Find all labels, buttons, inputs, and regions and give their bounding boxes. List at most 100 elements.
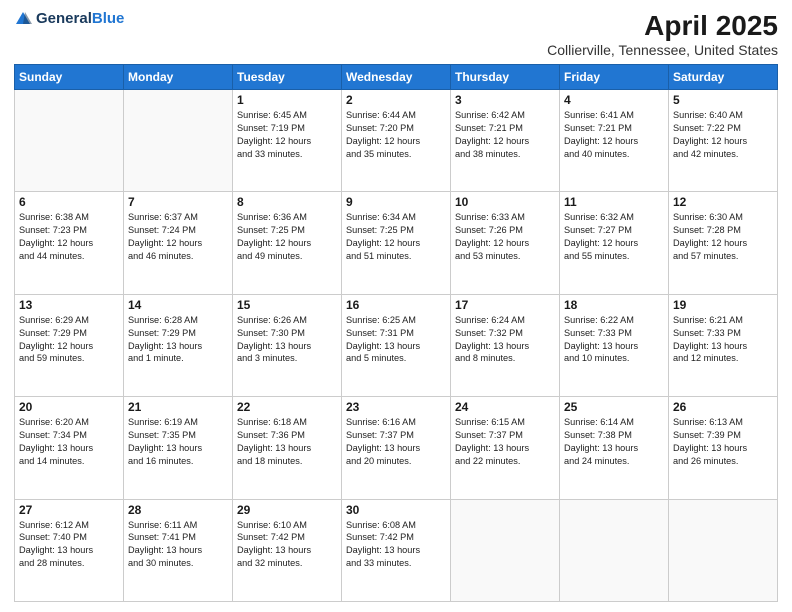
calendar-cell: 24 Sunrise: 6:15 AM Sunset: 7:37 PM Dayli… xyxy=(451,397,560,499)
day-info: Sunrise: 6:13 AM Sunset: 7:39 PM Dayligh… xyxy=(673,416,773,468)
calendar-cell: 3 Sunrise: 6:42 AM Sunset: 7:21 PM Daylig… xyxy=(451,90,560,192)
day-number: 13 xyxy=(19,298,119,312)
day-number: 25 xyxy=(564,400,664,414)
calendar-cell: 16 Sunrise: 6:25 AM Sunset: 7:31 PM Dayli… xyxy=(342,294,451,396)
calendar-cell: 18 Sunrise: 6:22 AM Sunset: 7:33 PM Dayli… xyxy=(560,294,669,396)
col-monday: Monday xyxy=(124,65,233,90)
day-info: Sunrise: 6:45 AM Sunset: 7:19 PM Dayligh… xyxy=(237,109,337,161)
calendar-cell: 25 Sunrise: 6:14 AM Sunset: 7:38 PM Dayli… xyxy=(560,397,669,499)
day-info: Sunrise: 6:25 AM Sunset: 7:31 PM Dayligh… xyxy=(346,314,446,366)
page: GeneralBlue April 2025 Collierville, Ten… xyxy=(0,0,792,612)
calendar-cell: 9 Sunrise: 6:34 AM Sunset: 7:25 PM Daylig… xyxy=(342,192,451,294)
day-info: Sunrise: 6:37 AM Sunset: 7:24 PM Dayligh… xyxy=(128,211,228,263)
day-info: Sunrise: 6:11 AM Sunset: 7:41 PM Dayligh… xyxy=(128,519,228,571)
logo: GeneralBlue xyxy=(14,10,124,28)
calendar-cell: 7 Sunrise: 6:37 AM Sunset: 7:24 PM Daylig… xyxy=(124,192,233,294)
day-info: Sunrise: 6:10 AM Sunset: 7:42 PM Dayligh… xyxy=(237,519,337,571)
day-info: Sunrise: 6:20 AM Sunset: 7:34 PM Dayligh… xyxy=(19,416,119,468)
day-info: Sunrise: 6:24 AM Sunset: 7:32 PM Dayligh… xyxy=(455,314,555,366)
calendar-cell: 19Sunrise: 6:21 AM Sunset: 7:33 PM Dayli… xyxy=(669,294,778,396)
day-number: 21 xyxy=(128,400,228,414)
day-number: 24 xyxy=(455,400,555,414)
calendar-cell: 23 Sunrise: 6:16 AM Sunset: 7:37 PM Dayli… xyxy=(342,397,451,499)
col-saturday: Saturday xyxy=(669,65,778,90)
subtitle: Collierville, Tennessee, United States xyxy=(547,42,778,58)
calendar-week-1: 1Sunrise: 6:45 AM Sunset: 7:19 PM Daylig… xyxy=(15,90,778,192)
day-number: 3 xyxy=(455,93,555,107)
calendar-week-3: 13 Sunrise: 6:29 AM Sunset: 7:29 PM Dayli… xyxy=(15,294,778,396)
day-info: Sunrise: 6:22 AM Sunset: 7:33 PM Dayligh… xyxy=(564,314,664,366)
calendar-cell: 21Sunrise: 6:19 AM Sunset: 7:35 PM Dayli… xyxy=(124,397,233,499)
day-info: Sunrise: 6:12 AM Sunset: 7:40 PM Dayligh… xyxy=(19,519,119,571)
day-number: 15 xyxy=(237,298,337,312)
day-info: Sunrise: 6:34 AM Sunset: 7:25 PM Dayligh… xyxy=(346,211,446,263)
day-info: Sunrise: 6:44 AM Sunset: 7:20 PM Dayligh… xyxy=(346,109,446,161)
day-number: 12 xyxy=(673,195,773,209)
title-block: April 2025 Collierville, Tennessee, Unit… xyxy=(547,10,778,58)
day-number: 4 xyxy=(564,93,664,107)
calendar-cell: 14Sunrise: 6:28 AM Sunset: 7:29 PM Dayli… xyxy=(124,294,233,396)
calendar-cell: 13 Sunrise: 6:29 AM Sunset: 7:29 PM Dayli… xyxy=(15,294,124,396)
day-info: Sunrise: 6:33 AM Sunset: 7:26 PM Dayligh… xyxy=(455,211,555,263)
col-friday: Friday xyxy=(560,65,669,90)
calendar-cell: 4 Sunrise: 6:41 AM Sunset: 7:21 PM Daylig… xyxy=(560,90,669,192)
col-tuesday: Tuesday xyxy=(233,65,342,90)
day-number: 16 xyxy=(346,298,446,312)
col-wednesday: Wednesday xyxy=(342,65,451,90)
calendar-cell: 29Sunrise: 6:10 AM Sunset: 7:42 PM Dayli… xyxy=(233,499,342,601)
day-info: Sunrise: 6:08 AM Sunset: 7:42 PM Dayligh… xyxy=(346,519,446,571)
day-info: Sunrise: 6:14 AM Sunset: 7:38 PM Dayligh… xyxy=(564,416,664,468)
header: GeneralBlue April 2025 Collierville, Ten… xyxy=(14,10,778,58)
calendar-week-2: 6 Sunrise: 6:38 AM Sunset: 7:23 PM Daylig… xyxy=(15,192,778,294)
calendar-cell xyxy=(560,499,669,601)
calendar-cell: 11 Sunrise: 6:32 AM Sunset: 7:27 PM Dayli… xyxy=(560,192,669,294)
day-number: 17 xyxy=(455,298,555,312)
day-number: 7 xyxy=(128,195,228,209)
day-number: 11 xyxy=(564,195,664,209)
calendar-cell: 20 Sunrise: 6:20 AM Sunset: 7:34 PM Dayli… xyxy=(15,397,124,499)
calendar-cell: 1Sunrise: 6:45 AM Sunset: 7:19 PM Daylig… xyxy=(233,90,342,192)
day-info: Sunrise: 6:40 AM Sunset: 7:22 PM Dayligh… xyxy=(673,109,773,161)
logo-icon xyxy=(14,10,32,28)
calendar-cell: 8 Sunrise: 6:36 AM Sunset: 7:25 PM Daylig… xyxy=(233,192,342,294)
calendar-cell xyxy=(15,90,124,192)
main-title: April 2025 xyxy=(547,10,778,42)
day-number: 5 xyxy=(673,93,773,107)
day-info: Sunrise: 6:18 AM Sunset: 7:36 PM Dayligh… xyxy=(237,416,337,468)
day-number: 26 xyxy=(673,400,773,414)
calendar-cell: 30 Sunrise: 6:08 AM Sunset: 7:42 PM Dayli… xyxy=(342,499,451,601)
calendar-cell: 2Sunrise: 6:44 AM Sunset: 7:20 PM Daylig… xyxy=(342,90,451,192)
day-info: Sunrise: 6:29 AM Sunset: 7:29 PM Dayligh… xyxy=(19,314,119,366)
day-info: Sunrise: 6:38 AM Sunset: 7:23 PM Dayligh… xyxy=(19,211,119,263)
calendar-cell: 10 Sunrise: 6:33 AM Sunset: 7:26 PM Dayli… xyxy=(451,192,560,294)
calendar-cell xyxy=(451,499,560,601)
calendar-cell: 22 Sunrise: 6:18 AM Sunset: 7:36 PM Dayli… xyxy=(233,397,342,499)
day-info: Sunrise: 6:32 AM Sunset: 7:27 PM Dayligh… xyxy=(564,211,664,263)
calendar-cell: 5 Sunrise: 6:40 AM Sunset: 7:22 PM Daylig… xyxy=(669,90,778,192)
col-thursday: Thursday xyxy=(451,65,560,90)
day-info: Sunrise: 6:15 AM Sunset: 7:37 PM Dayligh… xyxy=(455,416,555,468)
calendar-cell: 17 Sunrise: 6:24 AM Sunset: 7:32 PM Dayli… xyxy=(451,294,560,396)
day-number: 10 xyxy=(455,195,555,209)
calendar-cell: 27Sunrise: 6:12 AM Sunset: 7:40 PM Dayli… xyxy=(15,499,124,601)
day-number: 8 xyxy=(237,195,337,209)
day-info: Sunrise: 6:36 AM Sunset: 7:25 PM Dayligh… xyxy=(237,211,337,263)
calendar-cell: 6 Sunrise: 6:38 AM Sunset: 7:23 PM Daylig… xyxy=(15,192,124,294)
day-number: 6 xyxy=(19,195,119,209)
col-sunday: Sunday xyxy=(15,65,124,90)
day-number: 9 xyxy=(346,195,446,209)
day-number: 22 xyxy=(237,400,337,414)
day-number: 30 xyxy=(346,503,446,517)
day-info: Sunrise: 6:30 AM Sunset: 7:28 PM Dayligh… xyxy=(673,211,773,263)
day-info: Sunrise: 6:16 AM Sunset: 7:37 PM Dayligh… xyxy=(346,416,446,468)
day-number: 20 xyxy=(19,400,119,414)
day-number: 18 xyxy=(564,298,664,312)
day-number: 23 xyxy=(346,400,446,414)
calendar-table: Sunday Monday Tuesday Wednesday Thursday… xyxy=(14,64,778,602)
day-number: 28 xyxy=(128,503,228,517)
calendar-cell xyxy=(669,499,778,601)
day-info: Sunrise: 6:42 AM Sunset: 7:21 PM Dayligh… xyxy=(455,109,555,161)
day-info: Sunrise: 6:41 AM Sunset: 7:21 PM Dayligh… xyxy=(564,109,664,161)
calendar-cell: 28 Sunrise: 6:11 AM Sunset: 7:41 PM Dayli… xyxy=(124,499,233,601)
calendar-cell: 15Sunrise: 6:26 AM Sunset: 7:30 PM Dayli… xyxy=(233,294,342,396)
